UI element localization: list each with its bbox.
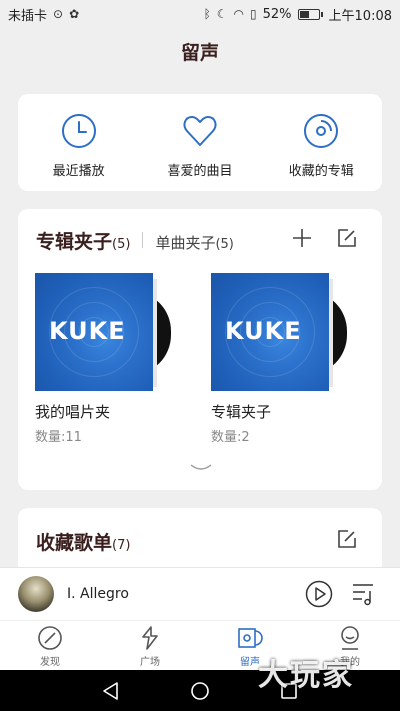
- clock-icon: [61, 114, 96, 148]
- watermark: 大玩家: [258, 658, 354, 693]
- record-icon: [238, 628, 263, 648]
- recent-play-entry[interactable]: 最近播放: [24, 112, 134, 179]
- album-cover: KUKE: [211, 273, 351, 391]
- kuke-logo: KUKE: [49, 317, 126, 345]
- playlists-title: 收藏歌单(7): [36, 528, 130, 555]
- play-icon[interactable]: [305, 580, 333, 608]
- compass-icon: [38, 626, 62, 650]
- mini-player[interactable]: I. Allegro: [0, 567, 400, 620]
- bluetooth-icon: ᛒ: [203, 7, 211, 21]
- album-quantity: 数量:2: [211, 430, 250, 445]
- album-folder-item[interactable]: KUKE 专辑夹子 数量:2: [211, 273, 351, 445]
- chevron-down-icon[interactable]: [190, 463, 212, 473]
- favorite-tracks-entry[interactable]: 喜爱的曲目: [145, 112, 255, 179]
- tab-divider: [142, 232, 144, 248]
- playlist-queue-icon[interactable]: [351, 581, 377, 607]
- status-bar: 未插卡 ⊙ ✿ ᛒ ☾ ◠ ▯ 52% 上午10:08: [0, 0, 400, 28]
- entry-label: 收藏的专辑: [288, 164, 354, 179]
- album-folder-item[interactable]: KUKE 我的唱片夹 数量:11: [35, 273, 175, 445]
- heart-icon: [183, 116, 217, 146]
- album-cover: KUKE: [35, 273, 175, 391]
- battery-percent: 52%: [262, 6, 292, 22]
- battery-icon: [297, 8, 323, 20]
- track-title: I. Allegro: [67, 586, 129, 602]
- album-quantity: 数量:11: [35, 430, 82, 445]
- kuke-logo: KUKE: [225, 317, 302, 345]
- playlists-count: (7): [112, 538, 131, 553]
- nav-label: 发现: [40, 657, 60, 668]
- back-icon[interactable]: [101, 681, 121, 701]
- nav-square[interactable]: 广场: [100, 621, 200, 670]
- tab-label: 单曲夹子: [155, 234, 216, 252]
- sim-icon: ⊙: [53, 7, 64, 21]
- home-icon[interactable]: [190, 681, 210, 701]
- album-name: 我的唱片夹: [35, 403, 111, 421]
- favorite-albums-entry[interactable]: 收藏的专辑: [266, 112, 376, 179]
- disc-icon: [304, 114, 339, 148]
- add-icon[interactable]: [291, 227, 313, 249]
- edit-icon[interactable]: [336, 227, 358, 249]
- kuke-cover: KUKE: [211, 273, 329, 391]
- folders-card: 专辑夹子(5) 单曲夹子(5) KUKE 我的唱片夹 数量:11 KUKE 专辑…: [18, 209, 382, 490]
- wifi-icon: ◠: [233, 7, 245, 21]
- quick-entry-card: 最近播放 喜爱的曲目 收藏的专辑: [18, 94, 382, 191]
- tab-album-folders[interactable]: 专辑夹子(5): [36, 227, 130, 254]
- app-icon: ✿: [69, 7, 80, 21]
- tab-single-folders[interactable]: 单曲夹子(5): [155, 232, 233, 253]
- tab-count: (5): [112, 237, 131, 252]
- playlists-title-text: 收藏歌单: [36, 532, 113, 554]
- entry-label: 喜爱的曲目: [167, 164, 233, 179]
- sd-icon: ▯: [250, 7, 257, 21]
- square-icon: [142, 626, 158, 650]
- edit-icon[interactable]: [336, 528, 358, 550]
- tab-label: 专辑夹子: [36, 231, 113, 253]
- track-artwork: [18, 576, 54, 612]
- album-name: 专辑夹子: [211, 403, 272, 421]
- moon-icon: ☾: [216, 7, 228, 21]
- folder-tabs: 专辑夹子(5) 单曲夹子(5): [36, 227, 234, 254]
- profile-icon: [341, 626, 359, 650]
- nav-discover[interactable]: 发现: [0, 621, 100, 670]
- entry-label: 最近播放: [52, 164, 105, 179]
- carrier-text: 未插卡: [8, 8, 48, 24]
- nav-label: 广场: [140, 657, 160, 668]
- nav-label: 留声: [240, 657, 260, 668]
- clock-time: 上午10:08: [328, 8, 392, 24]
- kuke-cover: KUKE: [35, 273, 153, 391]
- tab-count: (5): [215, 237, 234, 252]
- page-title: 留声: [180, 42, 219, 64]
